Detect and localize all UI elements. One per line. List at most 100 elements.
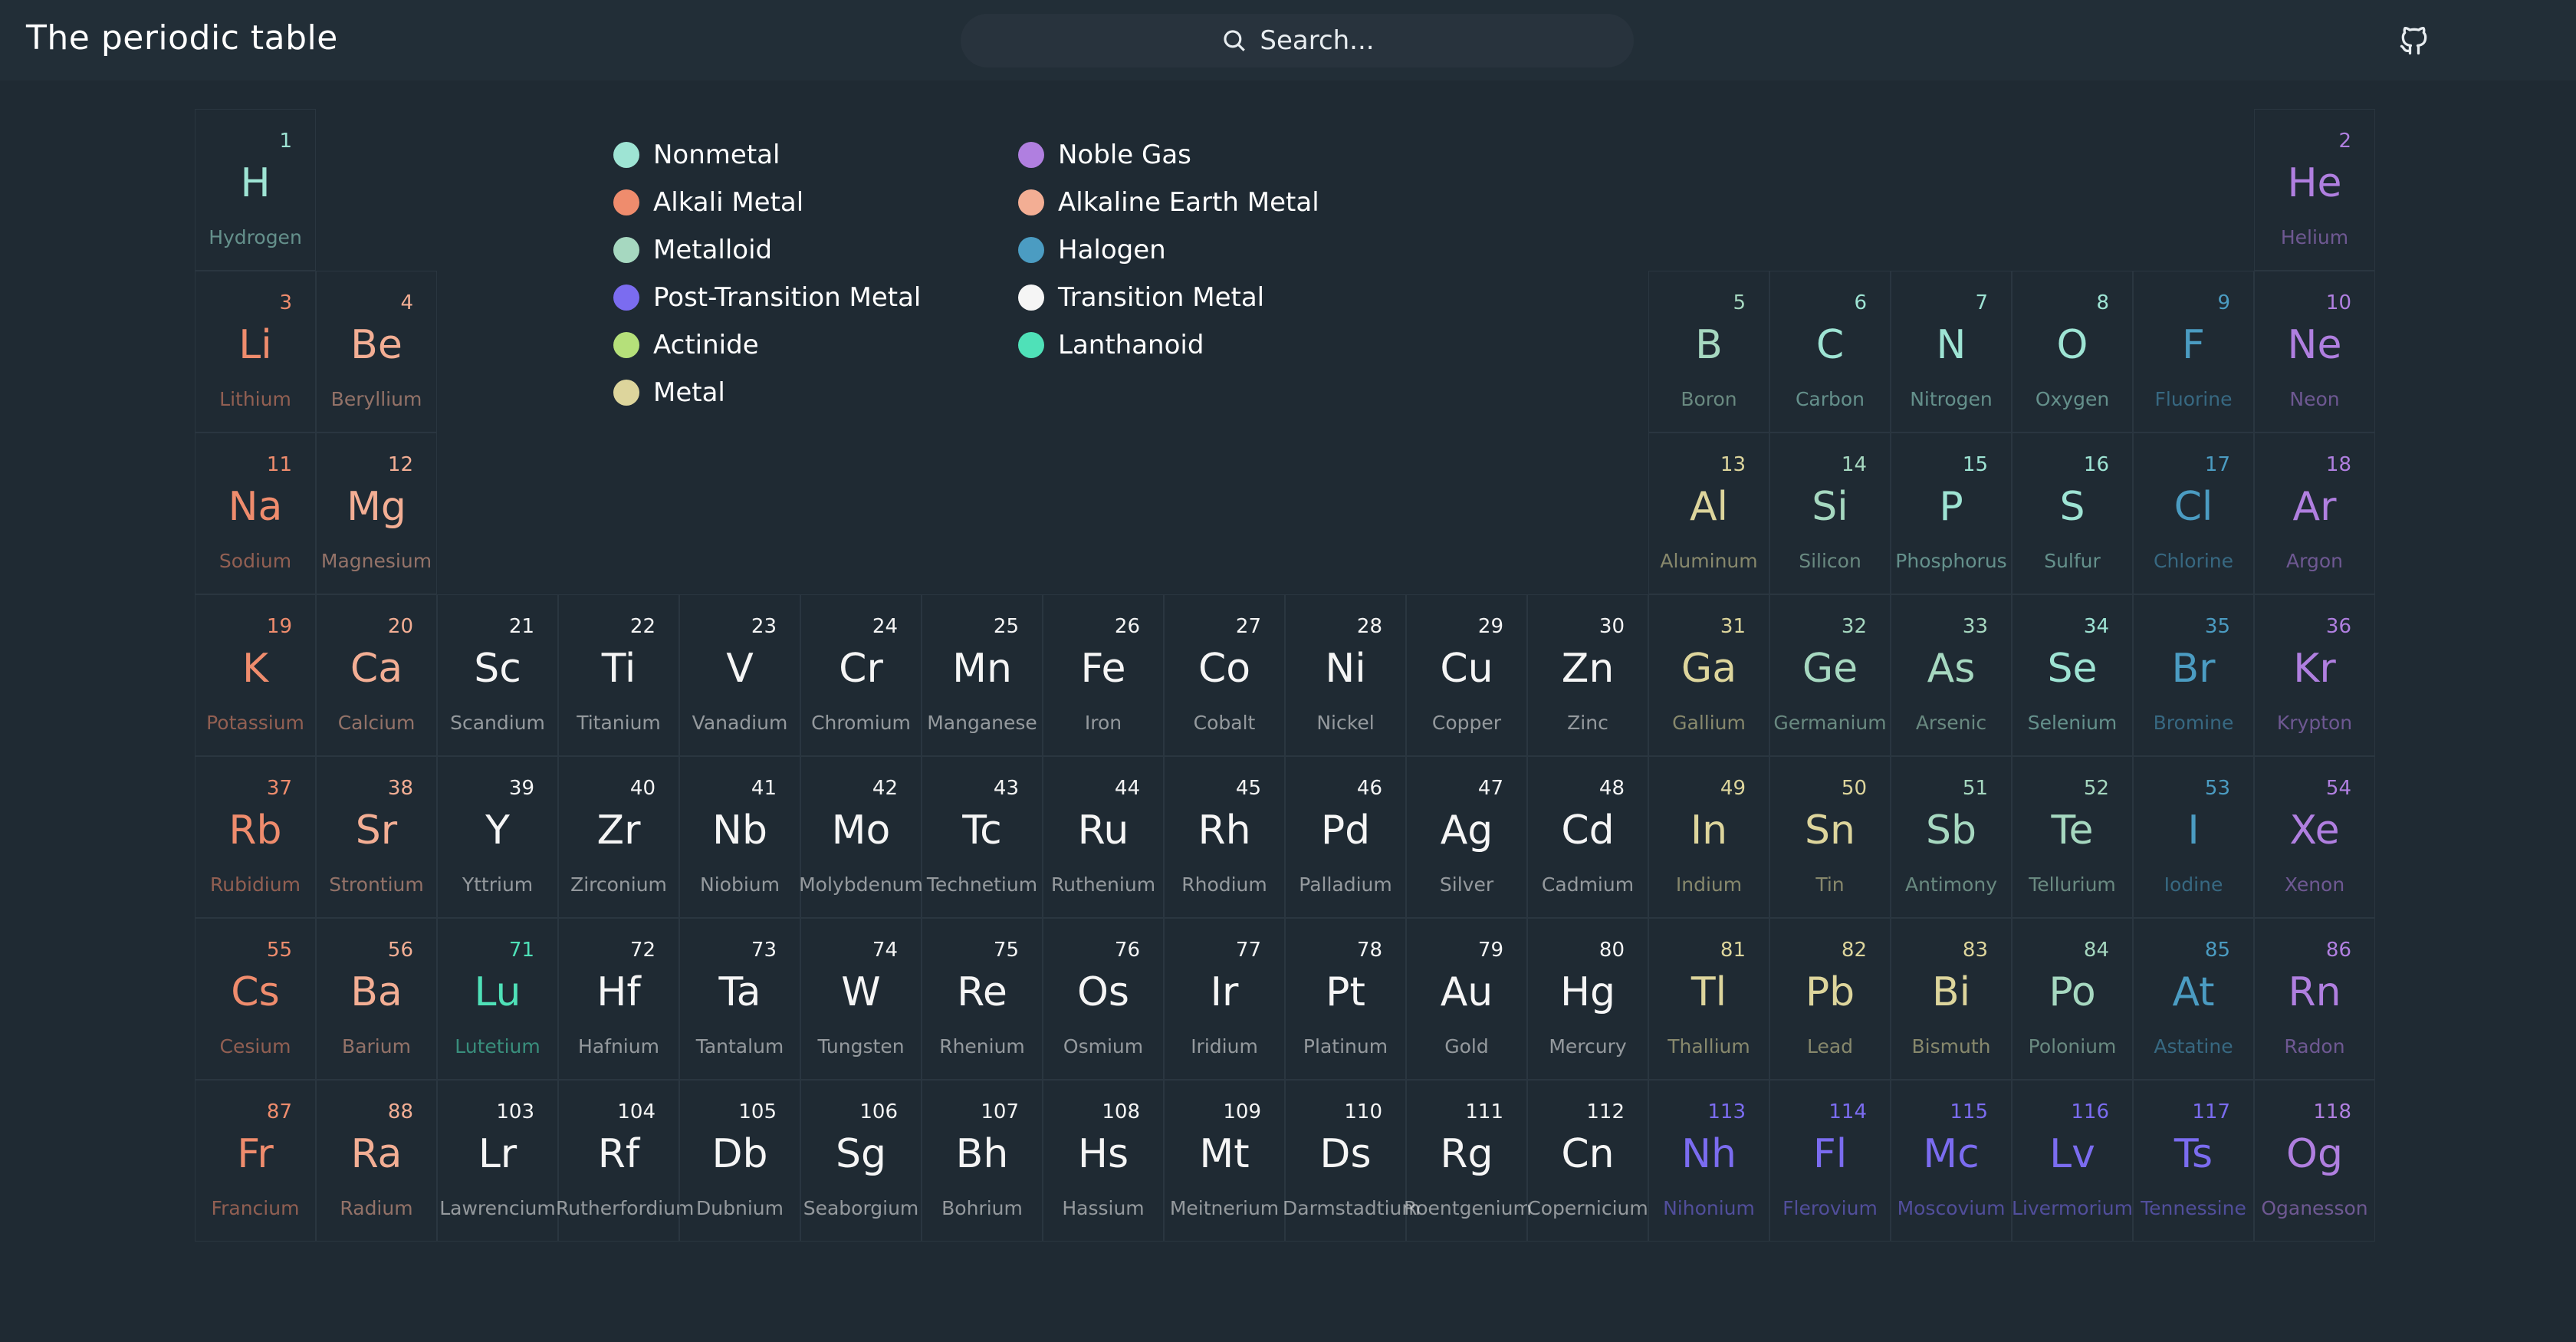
element-cell-au[interactable]: 79 Au Gold [1406,918,1527,1080]
element-cell-cr[interactable]: 24 Cr Chromium [800,594,922,756]
element-cell-mg[interactable]: 12 Mg Magnesium [316,433,437,594]
element-cell-ts[interactable]: 117 Ts Tennessine [2133,1080,2254,1242]
element-cell-h[interactable]: 1 H Hydrogen [195,109,316,271]
element-cell-k[interactable]: 19 K Potassium [195,594,316,756]
element-cell-mt[interactable]: 109 Mt Meitnerium [1164,1080,1285,1242]
element-cell-lv[interactable]: 116 Lv Livermorium [2012,1080,2133,1242]
element-cell-rg[interactable]: 111 Rg Roentgenium [1404,1080,1532,1242]
element-cell-f[interactable]: 9 F Fluorine [2133,271,2254,433]
element-cell-rh[interactable]: 45 Rh Rhodium [1164,756,1285,918]
search-box[interactable]: Search... [961,14,1634,67]
legend-item-post[interactable]: Post-Transition Metal [613,282,921,313]
element-cell-sr[interactable]: 38 Sr Strontium [316,756,437,918]
element-cell-br[interactable]: 35 Br Bromine [2133,594,2254,756]
element-cell-zn[interactable]: 30 Zn Zinc [1527,594,1648,756]
element-cell-be[interactable]: 4 Be Beryllium [316,271,437,433]
element-cell-rb[interactable]: 37 Rb Rubidium [195,756,316,918]
element-cell-fl[interactable]: 114 Fl Flerovium [1769,1080,1891,1242]
element-cell-pt[interactable]: 78 Pt Platinum [1285,918,1406,1080]
element-cell-re[interactable]: 75 Re Rhenium [922,918,1043,1080]
legend-item-alkaline[interactable]: Alkaline Earth Metal [1018,187,1319,218]
element-cell-o[interactable]: 8 O Oxygen [2012,271,2133,433]
element-cell-ti[interactable]: 22 Ti Titanium [558,594,679,756]
legend-item-actinide[interactable]: Actinide [613,330,759,360]
element-cell-bh[interactable]: 107 Bh Bohrium [922,1080,1043,1242]
element-cell-ru[interactable]: 44 Ru Ruthenium [1043,756,1164,918]
legend-item-lanthanoid[interactable]: Lanthanoid [1018,330,1204,360]
element-cell-sc[interactable]: 21 Sc Scandium [437,594,558,756]
search-input[interactable]: Search... [1260,25,1374,56]
element-cell-si[interactable]: 14 Si Silicon [1769,433,1891,594]
element-cell-lr[interactable]: 103 Lr Lawrencium [437,1080,558,1242]
element-cell-sb[interactable]: 51 Sb Antimony [1891,756,2012,918]
element-cell-b[interactable]: 5 B Boron [1648,271,1769,433]
element-cell-ba[interactable]: 56 Ba Barium [316,918,437,1080]
element-cell-ar[interactable]: 18 Ar Argon [2254,433,2375,594]
github-icon[interactable] [2397,23,2432,58]
element-cell-al[interactable]: 13 Al Aluminum [1648,433,1769,594]
element-cell-rn[interactable]: 86 Rn Radon [2254,918,2375,1080]
element-cell-cl[interactable]: 17 Cl Chlorine [2133,433,2254,594]
element-cell-mn[interactable]: 25 Mn Manganese [922,594,1043,756]
element-cell-pd[interactable]: 46 Pd Palladium [1285,756,1406,918]
legend-item-alkali[interactable]: Alkali Metal [613,187,803,218]
element-cell-as[interactable]: 33 As Arsenic [1891,594,2012,756]
element-cell-db[interactable]: 105 Db Dubnium [679,1080,800,1242]
element-cell-i[interactable]: 53 I Iodine [2133,756,2254,918]
element-cell-sg[interactable]: 106 Sg Seaborgium [800,1080,922,1242]
element-cell-nb[interactable]: 41 Nb Niobium [679,756,800,918]
element-cell-tc[interactable]: 43 Tc Technetium [922,756,1043,918]
element-cell-fr[interactable]: 87 Fr Francium [195,1080,316,1242]
legend-item-noble[interactable]: Noble Gas [1018,140,1191,170]
element-cell-na[interactable]: 11 Na Sodium [195,433,316,594]
element-cell-cn[interactable]: 112 Cn Copernicium [1527,1080,1648,1242]
element-cell-lu[interactable]: 71 Lu Lutetium [437,918,558,1080]
element-cell-ne[interactable]: 10 Ne Neon [2254,271,2375,433]
element-cell-og[interactable]: 118 Og Oganesson [2254,1080,2375,1242]
element-cell-ni[interactable]: 28 Ni Nickel [1285,594,1406,756]
element-cell-mo[interactable]: 42 Mo Molybdenum [799,756,923,918]
element-cell-ag[interactable]: 47 Ag Silver [1406,756,1527,918]
element-cell-kr[interactable]: 36 Kr Krypton [2254,594,2375,756]
element-cell-li[interactable]: 3 Li Lithium [195,271,316,433]
legend-item-halogen[interactable]: Halogen [1018,235,1166,265]
element-cell-ir[interactable]: 77 Ir Iridium [1164,918,1285,1080]
element-cell-s[interactable]: 16 S Sulfur [2012,433,2133,594]
element-cell-fe[interactable]: 26 Fe Iron [1043,594,1164,756]
element-cell-ge[interactable]: 32 Ge Germanium [1769,594,1891,756]
element-cell-rf[interactable]: 104 Rf Rutherfordium [556,1080,694,1242]
element-cell-c[interactable]: 6 C Carbon [1769,271,1891,433]
element-cell-sn[interactable]: 50 Sn Tin [1769,756,1891,918]
element-cell-in[interactable]: 49 In Indium [1648,756,1769,918]
element-cell-n[interactable]: 7 N Nitrogen [1891,271,2012,433]
element-cell-y[interactable]: 39 Y Yttrium [437,756,558,918]
element-cell-nh[interactable]: 113 Nh Nihonium [1648,1080,1769,1242]
element-cell-te[interactable]: 52 Te Tellurium [2012,756,2133,918]
legend-item-metal[interactable]: Metal [613,377,725,408]
element-cell-v[interactable]: 23 V Vanadium [679,594,800,756]
element-cell-os[interactable]: 76 Os Osmium [1043,918,1164,1080]
element-cell-hs[interactable]: 108 Hs Hassium [1043,1080,1164,1242]
element-cell-ca[interactable]: 20 Ca Calcium [316,594,437,756]
element-cell-cu[interactable]: 29 Cu Copper [1406,594,1527,756]
legend-item-metalloid[interactable]: Metalloid [613,235,772,265]
element-cell-hg[interactable]: 80 Hg Mercury [1527,918,1648,1080]
element-cell-mc[interactable]: 115 Mc Moscovium [1891,1080,2012,1242]
element-cell-co[interactable]: 27 Co Cobalt [1164,594,1285,756]
element-cell-ta[interactable]: 73 Ta Tantalum [679,918,800,1080]
element-cell-hf[interactable]: 72 Hf Hafnium [558,918,679,1080]
element-cell-he[interactable]: 2 He Helium [2254,109,2375,271]
element-cell-p[interactable]: 15 P Phosphorus [1891,433,2012,594]
element-cell-at[interactable]: 85 At Astatine [2133,918,2254,1080]
element-cell-tl[interactable]: 81 Tl Thallium [1648,918,1769,1080]
element-cell-se[interactable]: 34 Se Selenium [2012,594,2133,756]
element-cell-po[interactable]: 84 Po Polonium [2012,918,2133,1080]
element-cell-xe[interactable]: 54 Xe Xenon [2254,756,2375,918]
legend-item-transition[interactable]: Transition Metal [1018,282,1264,313]
element-cell-cd[interactable]: 48 Cd Cadmium [1527,756,1648,918]
legend-item-nonmetal[interactable]: Nonmetal [613,140,780,170]
element-cell-pb[interactable]: 82 Pb Lead [1769,918,1891,1080]
element-cell-ds[interactable]: 110 Ds Darmstadtium [1283,1080,1421,1242]
element-cell-w[interactable]: 74 W Tungsten [800,918,922,1080]
element-cell-bi[interactable]: 83 Bi Bismuth [1891,918,2012,1080]
